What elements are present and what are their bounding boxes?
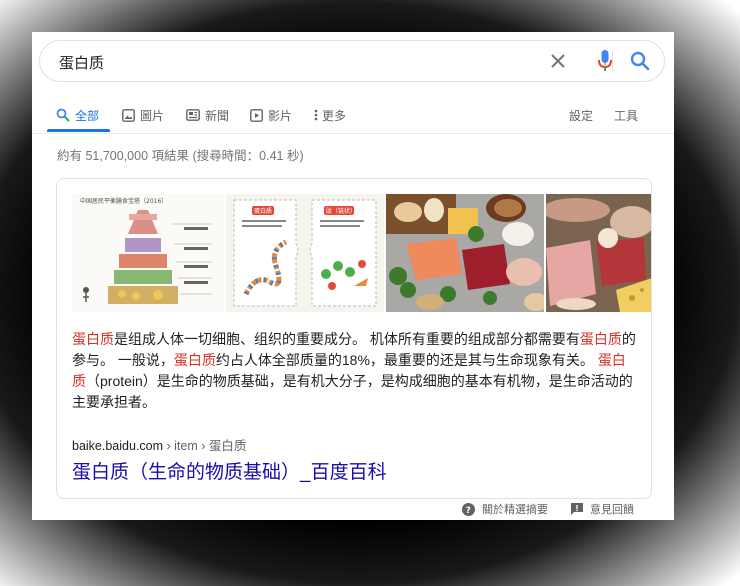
feedback-icon — [571, 503, 583, 515]
more-icon — [314, 109, 318, 121]
result-title-link[interactable]: 蛋白质（生命的物质基础）_百度百科 — [72, 457, 387, 484]
about-snippets-label: 關於精選摘要 — [482, 504, 548, 516]
tabs-divider — [32, 133, 674, 134]
highlight-term: 蛋白质 — [72, 331, 114, 347]
source-path: › item › 蛋白质 — [163, 439, 247, 453]
about-snippets-link[interactable]: ? 關於精選摘要 — [462, 500, 548, 518]
video-icon — [250, 108, 263, 122]
result-stats: 約有 51,700,000 項結果 (搜尋時間：0.41 秒) — [57, 149, 304, 163]
snippet-description: 蛋白质是组成人体一切细胞、组织的重要成分。 机体所有重要的组成部分都需要有蛋白质… — [72, 329, 637, 413]
search-results-card: 蛋白质 全部 圖片 新聞 影片 更多 設定 工具 約有 51,700,000 項… — [32, 32, 674, 520]
search-input[interactable]: 蛋白质 — [59, 52, 104, 73]
description-text: 是组成人体一切细胞、组织的重要成分。 机体所有重要的组成部分都需要有 — [114, 331, 580, 347]
tab-more[interactable]: 更多 — [314, 98, 346, 132]
tab-label: 全部 — [75, 108, 100, 123]
source-domain: baike.baidu.com — [72, 439, 164, 453]
meat-cheese-photo[interactable] — [546, 194, 651, 312]
protein-foods-photo[interactable] — [386, 194, 544, 312]
highlight-term: 蛋白质 — [173, 352, 216, 368]
news-icon — [186, 109, 200, 121]
active-tab-indicator — [47, 129, 110, 132]
search-icon — [56, 108, 70, 122]
food-pyramid-image[interactable]: 中国居民平衡膳食宝塔（2016） — [72, 194, 224, 312]
tab-label: 更多 — [322, 108, 347, 123]
description-text: （protein）是生命的物质基础，是有机大分子，是构成细胞的基本有机物，是生命… — [72, 373, 633, 410]
tab-label: 新聞 — [205, 108, 230, 123]
peptide-label: 肽（链状） — [326, 207, 356, 215]
settings-link[interactable]: 設定 — [569, 98, 593, 132]
description-text: 约占人体全部质量的18%，最重要的还是其与生命现象有关。 — [215, 352, 598, 368]
highlight-term: 蛋白质 — [579, 331, 622, 347]
tools-link[interactable]: 工具 — [614, 98, 638, 132]
search-bar[interactable]: 蛋白质 — [39, 40, 665, 82]
svg-text:?: ? — [466, 506, 471, 516]
tab-label: 圖片 — [140, 108, 165, 123]
settings-label: 設定 — [569, 108, 594, 123]
source-breadcrumb: baike.baidu.com › item › 蛋白质 — [72, 435, 246, 454]
food-pyramid-caption: 中国居民平衡膳食宝塔（2016） — [80, 197, 167, 205]
tab-all[interactable]: 全部 — [56, 98, 99, 132]
tab-images[interactable]: 圖片 — [122, 98, 164, 132]
clear-icon[interactable] — [546, 49, 570, 73]
feedback-label: 意見回饋 — [590, 504, 634, 516]
image-icon — [122, 108, 135, 122]
snippet-image-strip: 中国居民平衡膳食宝塔（2016） 蛋白质 肽（链状） — [72, 194, 651, 312]
tab-news[interactable]: 新聞 — [186, 98, 229, 132]
help-icon: ? — [462, 502, 475, 516]
tab-videos[interactable]: 影片 — [250, 98, 292, 132]
tab-label: 影片 — [268, 108, 293, 123]
search-icon[interactable] — [628, 49, 652, 73]
featured-snippet: 中国居民平衡膳食宝塔（2016） 蛋白质 肽（链状） 蛋白质是组成人体一切细胞、… — [56, 178, 652, 499]
search-tabs: 全部 圖片 新聞 影片 更多 設定 工具 — [32, 98, 674, 134]
protein-label: 蛋白质 — [254, 207, 272, 215]
protein-digestion-diagram[interactable]: 蛋白质 肽（链状） — [226, 194, 384, 312]
tools-label: 工具 — [614, 108, 639, 123]
microphone-icon[interactable] — [593, 49, 617, 73]
feedback-link[interactable]: 意見回饋 — [571, 500, 634, 518]
